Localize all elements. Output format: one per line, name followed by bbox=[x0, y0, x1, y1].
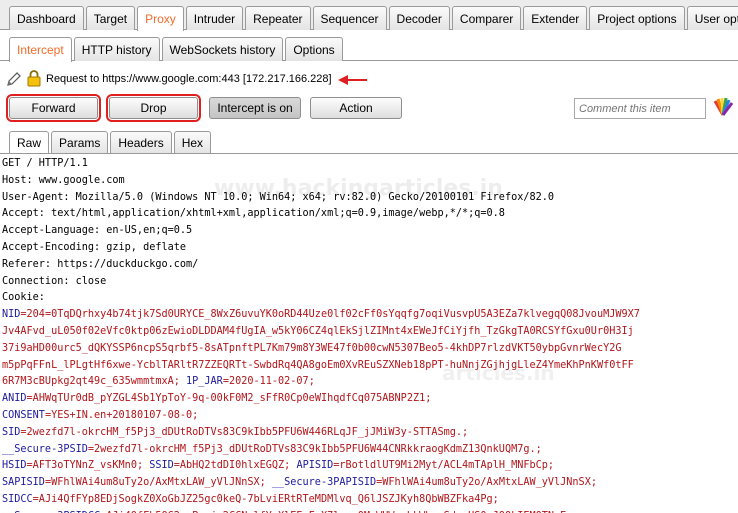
cookie-value: =AHWqTUr0dB_pYZGL4Sb1YpToY-9q-00kF0M2_sF… bbox=[26, 393, 432, 405]
tab-comparer[interactable]: Comparer bbox=[451, 6, 522, 30]
cookie-line: NID=204=0TqDQrhxy4b74tjk7Sd0URYCE_8WxZ6u… bbox=[0, 307, 738, 324]
main-tab-bar: Dashboard Target Proxy Intruder Repeater Sequ… bbox=[0, 0, 738, 31]
cookie-name: HSID bbox=[2, 460, 27, 472]
tab-dashboard[interactable]: Dashboard bbox=[9, 6, 84, 30]
raw-lines: GET / HTTP/1.1 Host: www.google.com User-A… bbox=[0, 156, 738, 513]
cookie-value: =AbHQ2tdDI0hlxEGQZ; bbox=[173, 460, 297, 472]
cookie-name: APISID bbox=[296, 460, 334, 472]
cookie-line: ANID=AHWqTUr0dB_pYZGL4Sb1YpToY-9q-00kF0M… bbox=[0, 391, 738, 408]
cookie-name: __Secure-3PAPISID bbox=[271, 477, 377, 489]
cookie-value: =WFhlWAi4um8uTy2o/AxMtxLAW_yVlJNnSX; bbox=[376, 477, 597, 489]
cookie-line: HSID=AFT3oTYNnZ_vsKMn0; SSID=AbHQ2tdDI0h… bbox=[0, 458, 738, 475]
raw-line: Accept-Encoding: gzip, deflate bbox=[2, 241, 187, 253]
raw-line: Accept: text/html,application/xhtml+xml,… bbox=[2, 208, 505, 220]
forward-button[interactable]: Forward bbox=[6, 94, 101, 122]
cookie-name: SIDCC bbox=[2, 493, 33, 505]
tab-intruder[interactable]: Intruder bbox=[185, 6, 244, 30]
tab-sequencer[interactable]: Sequencer bbox=[312, 6, 387, 30]
proxy-tab-intercept[interactable]: Intercept bbox=[9, 37, 72, 62]
cookie-name: SSID bbox=[149, 460, 174, 472]
raw-line: Connection: close bbox=[2, 275, 107, 287]
cookie-value: =2020-11-02-07; bbox=[222, 376, 315, 388]
cookie-line: __Secure-3PSIDCC=AJi4QfFh5QG2qaPmnjp2CCN… bbox=[0, 509, 738, 513]
tab-decoder[interactable]: Decoder bbox=[388, 6, 450, 30]
proxy-tab-options[interactable]: Options bbox=[285, 37, 343, 61]
message-tabs: Raw Params Headers Hex bbox=[9, 131, 213, 153]
cookie-value: =rBotldlUT9Mi2Myt/ACL4mTAplH_MNFbCp; bbox=[333, 460, 555, 472]
message-tab-bar: Raw Params Headers Hex bbox=[0, 129, 738, 154]
cookie-value: =2wezfd7l-okrcHM_f5Pj3_dDUtRoDTVs83C9kIb… bbox=[87, 443, 542, 455]
cookie-value: 6R7M3cBUpkg2qt49c_635wmmtmxA; bbox=[2, 376, 187, 388]
cookie-value: =AFT3oTYNnZ_vsKMn0; bbox=[26, 460, 150, 472]
proxy-tabs: Intercept HTTP history WebSockets history O… bbox=[9, 37, 345, 62]
raw-line: Cookie: bbox=[2, 292, 45, 304]
message-tab-raw[interactable]: Raw bbox=[9, 131, 50, 153]
cookie-line: 6R7M3cBUpkg2qt49c_635wmmtmxA; 1P_JAR=202… bbox=[0, 374, 738, 391]
raw-line: Referer: https://duckduckgo.com/ bbox=[2, 258, 199, 270]
request-target-text: Request to https://www.google.com:443 [1… bbox=[46, 73, 332, 85]
cookie-value: =204=0TqDQrhxy4b74tjk7Sd0URYCE_8WxZ6uvuY… bbox=[20, 309, 640, 321]
main-tabs: Dashboard Target Proxy Intruder Repeater Sequ… bbox=[9, 6, 738, 31]
comment-input[interactable] bbox=[574, 98, 706, 119]
drop-button[interactable]: Drop bbox=[106, 94, 201, 122]
tab-user-options[interactable]: User options bbox=[686, 6, 738, 30]
raw-line: Accept-Language: en-US,en;q=0.5 bbox=[2, 225, 193, 237]
pencil-icon[interactable] bbox=[6, 71, 22, 90]
cookie-value: =WFhlWAi4um8uTy2o/AxMtxLAW_yVlJNnSX; bbox=[44, 477, 272, 489]
tab-proxy[interactable]: Proxy bbox=[137, 6, 184, 31]
arrow-left-icon bbox=[338, 74, 368, 89]
cookie-line: SAPISID=WFhlWAi4um8uTy2o/AxMtxLAW_yVlJNn… bbox=[0, 475, 738, 492]
cookie-value: =YES+IN.en+20180107-08-0; bbox=[44, 409, 199, 421]
message-tab-headers[interactable]: Headers bbox=[110, 131, 172, 153]
lock-icon bbox=[27, 70, 41, 90]
tab-project-options[interactable]: Project options bbox=[589, 6, 685, 30]
message-tab-hex[interactable]: Hex bbox=[173, 131, 212, 153]
cookie-value: =AJi4QfFYp8EDjSogkZ0XoGbJZ25gc0keQ-7bLvi… bbox=[32, 493, 499, 505]
highlight-color-icon[interactable] bbox=[712, 97, 734, 120]
raw-line: GET / HTTP/1.1 bbox=[2, 158, 88, 169]
cookie-name: 1P_JAR bbox=[186, 376, 223, 388]
tab-repeater[interactable]: Repeater bbox=[245, 6, 311, 30]
tab-target[interactable]: Target bbox=[85, 6, 136, 30]
cookie-line: __Secure-3PSID=2wezfd7l-okrcHM_f5Pj3_dDU… bbox=[0, 442, 738, 459]
cookie-line: Jv4AFvd_uL050f02eVfc0ktp06zEwioDLDDAM4fU… bbox=[0, 324, 738, 341]
intercept-toggle-button[interactable]: Intercept is on bbox=[209, 97, 301, 119]
watermark: www.hackingarticles.in bbox=[214, 176, 503, 201]
cookie-value: 37i9aHD00urc5_dQKYSSP6ncpS5qrbf5-8sATpnf… bbox=[2, 342, 622, 354]
cookie-line: SIDCC=AJi4QfFYp8EDjSogkZ0XoGbJZ25gc0keQ-… bbox=[0, 492, 738, 509]
proxy-tab-websockets-history[interactable]: WebSockets history bbox=[161, 37, 284, 61]
message-tab-params[interactable]: Params bbox=[51, 131, 109, 153]
raw-request-editor[interactable]: www.hackingarticles.in articles.in GET /… bbox=[0, 156, 738, 513]
action-button[interactable]: Action bbox=[310, 97, 402, 119]
cookie-name: SID bbox=[2, 426, 21, 438]
proxy-tab-http-history[interactable]: HTTP history bbox=[73, 37, 160, 61]
cookie-name: ANID bbox=[2, 393, 27, 405]
tab-extender[interactable]: Extender bbox=[523, 6, 588, 30]
cookie-line: 37i9aHD00urc5_dQKYSSP6ncpS5qrbf5-8sATpnf… bbox=[0, 341, 738, 358]
cookie-line: m5pPqFFnL_lPLgtHf6xwe-YcblTARltR7ZZEQRTt… bbox=[0, 358, 738, 375]
request-info-bar: Request to https://www.google.com:443 [1… bbox=[0, 68, 738, 92]
cookie-name: CONSENT bbox=[2, 409, 45, 421]
watermark-secondary: articles.in bbox=[442, 361, 555, 385]
cookie-line: SID=2wezfd7l-okrcHM_f5Pj3_dDUtRoDTVs83C9… bbox=[0, 425, 738, 442]
cookie-line: CONSENT=YES+IN.en+20180107-08-0; bbox=[0, 408, 738, 425]
cookie-value: Jv4AFvd_uL050f02eVfc0ktp06zEwioDLDDAM4fU… bbox=[2, 325, 634, 337]
cookie-name: NID bbox=[2, 309, 21, 321]
proxy-tab-bar: Intercept HTTP history WebSockets history O… bbox=[0, 31, 738, 62]
cookie-name: SAPISID bbox=[2, 477, 45, 489]
cookie-value: =2wezfd7l-okrcHM_f5Pj3_dDUtRoDTVs83C9kIb… bbox=[20, 426, 469, 438]
cookie-name: __Secure-3PSID bbox=[2, 443, 88, 455]
